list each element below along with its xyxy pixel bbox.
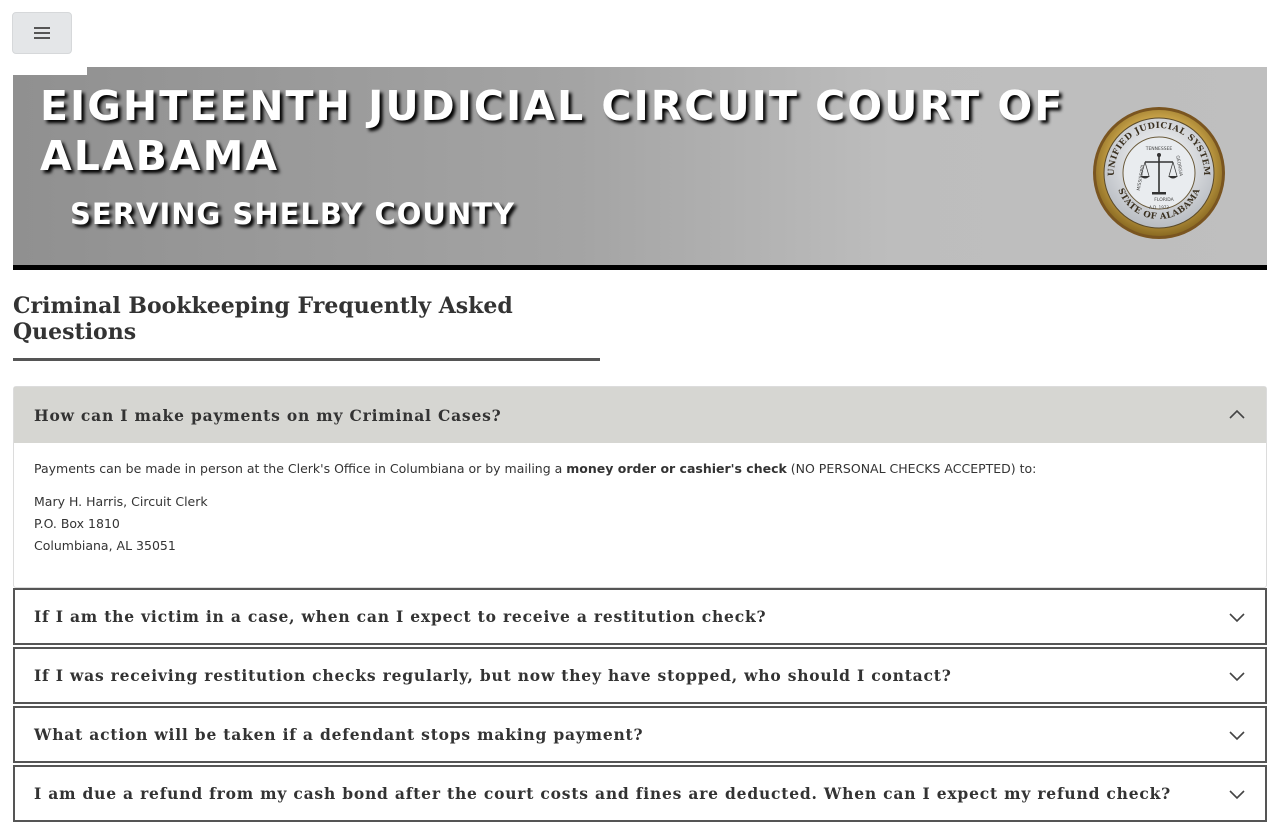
faq-item: What action will be taken if a defendant… <box>13 706 1267 763</box>
faq-question-button[interactable]: What action will be taken if a defendant… <box>15 708 1265 761</box>
answer-outro: (NO PERSONAL CHECKS ACCEPTED) to: <box>786 461 1037 476</box>
address-line: Columbiana, AL 35051 <box>34 538 176 553</box>
address-line: Mary H. Harris, Circuit Clerk <box>34 494 208 509</box>
hamburger-icon <box>34 27 50 39</box>
faq-question-button[interactable]: If I am the victim in a case, when can I… <box>15 590 1265 643</box>
faq-question-button[interactable]: I am due a refund from my cash bond afte… <box>15 767 1265 820</box>
menu-toggle-button[interactable] <box>12 12 72 54</box>
mailing-address: Mary H. Harris, Circuit Clerk P.O. Box 1… <box>34 491 1246 557</box>
site-banner: EIGHTEENTH JUDICIAL CIRCUIT COURT OF ALA… <box>13 67 1267 270</box>
site-title: EIGHTEENTH JUDICIAL CIRCUIT COURT OF ALA… <box>40 82 1065 180</box>
faq-answer: Payments can be made in person at the Cl… <box>14 443 1266 587</box>
faq-item: If I was receiving restitution checks re… <box>13 647 1267 704</box>
faq-question-text: If I was receiving restitution checks re… <box>34 666 952 685</box>
address-line: P.O. Box 1810 <box>34 516 120 531</box>
faq-accordion: How can I make payments on my Criminal C… <box>13 386 1267 824</box>
faq-question-text: I am due a refund from my cash bond afte… <box>34 784 1172 803</box>
faq-question-button[interactable]: How can I make payments on my Criminal C… <box>14 387 1266 443</box>
page-title: Criminal Bookkeeping Frequently Asked Qu… <box>13 293 600 361</box>
chevron-up-icon <box>1229 409 1245 419</box>
svg-text:TENNESSEE: TENNESSEE <box>1145 146 1173 152</box>
chevron-down-icon <box>1229 671 1245 681</box>
faq-answer-text: Payments can be made in person at the Cl… <box>34 461 1246 476</box>
banner-notch <box>13 67 87 75</box>
faq-question-text: What action will be taken if a defendant… <box>34 725 644 744</box>
court-seal-icon: UNIFIED JUDICIAL SYSTEM STATE OF ALABAMA… <box>1093 107 1225 239</box>
svg-text:A.D. 1973: A.D. 1973 <box>1149 205 1169 210</box>
chevron-down-icon <box>1229 612 1245 622</box>
faq-question-button[interactable]: If I was receiving restitution checks re… <box>15 649 1265 702</box>
answer-intro: Payments can be made in person at the Cl… <box>34 461 567 476</box>
site-subtitle: SERVING SHELBY COUNTY <box>70 197 516 231</box>
faq-question-text: How can I make payments on my Criminal C… <box>34 405 502 425</box>
faq-item: If I am the victim in a case, when can I… <box>13 588 1267 645</box>
answer-emphasis: money order or cashier's check <box>566 461 787 476</box>
chevron-down-icon <box>1229 730 1245 740</box>
faq-item: How can I make payments on my Criminal C… <box>13 386 1267 588</box>
svg-text:FLORIDA: FLORIDA <box>1154 197 1174 203</box>
faq-question-text: If I am the victim in a case, when can I… <box>34 607 767 626</box>
faq-item: I am due a refund from my cash bond afte… <box>13 765 1267 822</box>
